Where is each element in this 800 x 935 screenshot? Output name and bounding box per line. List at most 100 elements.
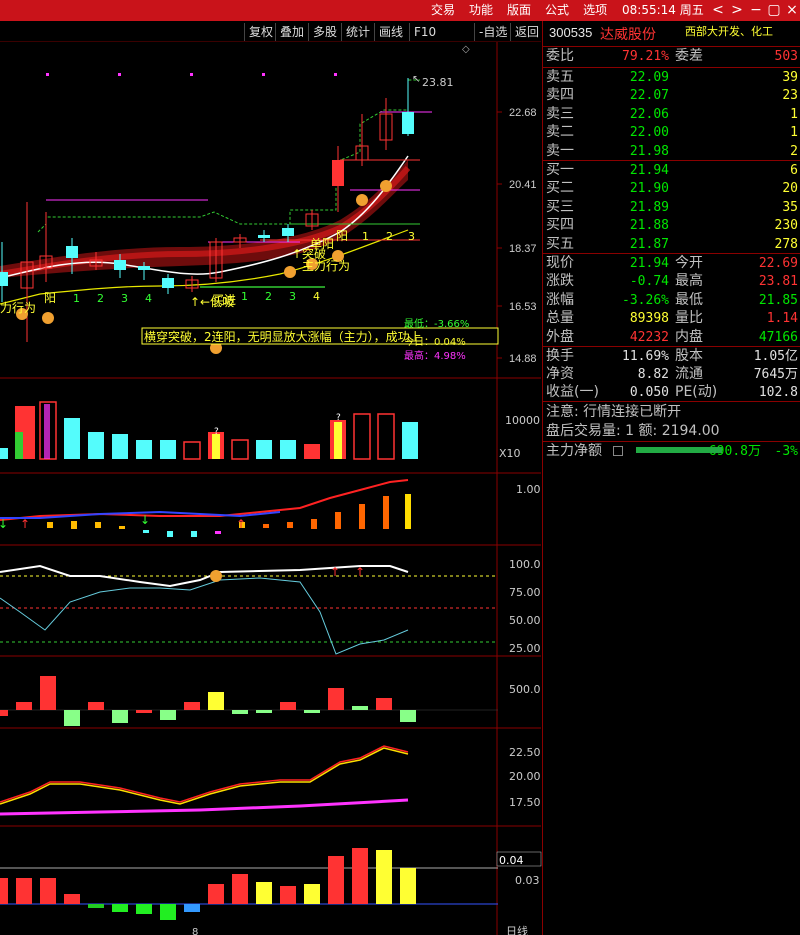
- count-right-2: 2: [386, 230, 393, 243]
- stat-value: 0.050: [629, 385, 669, 401]
- annot-zhuli: 主力行为: [302, 259, 350, 273]
- stat-value-2: 23.81: [758, 274, 798, 290]
- ask-price: 22.06: [629, 106, 669, 122]
- stat-value: 8.82: [637, 367, 669, 383]
- count-mid-1: 1: [241, 290, 248, 303]
- count-left-3: 3: [121, 292, 128, 305]
- top-menu: 交易 功能 版面 公式 选项: [424, 0, 614, 21]
- bid-volume: 20: [782, 181, 798, 197]
- multi-stock-button[interactable]: 多股: [308, 23, 341, 41]
- bid-price: 21.88: [629, 218, 669, 234]
- ind2-tick-3: 50.00: [509, 614, 541, 627]
- back-arrow-icon[interactable]: <: [708, 0, 728, 21]
- minimize-icon[interactable]: −: [746, 0, 766, 21]
- ask-label: 卖三: [546, 105, 574, 122]
- stat-today: 今日：0.04%: [404, 335, 466, 348]
- menu-layout[interactable]: 版面: [500, 0, 538, 21]
- return-button[interactable]: 返回: [510, 23, 543, 41]
- stat-value: 42232: [629, 329, 669, 345]
- stat-label-2: PE(动): [675, 384, 718, 401]
- stat-label-2: 今开: [675, 255, 703, 271]
- ask-label: 卖四: [546, 87, 574, 104]
- ind2-arrow-2: ↑: [355, 565, 365, 579]
- ask-volume: 2: [790, 143, 798, 159]
- ind3-tick: 500.0: [509, 683, 541, 696]
- stat-label-2: 量比: [675, 310, 703, 327]
- price-tick-1: 22.68: [509, 107, 537, 119]
- ask-price: 22.07: [629, 88, 669, 104]
- ind2-tick-2: 75.00: [509, 586, 541, 599]
- forward-arrow-icon[interactable]: >: [727, 0, 747, 21]
- stat-value-2: 7645万: [753, 367, 798, 383]
- stat2-row: 净资 8.82 流通 7645万: [543, 365, 800, 384]
- bid-price: 21.90: [629, 181, 669, 197]
- stat-value: 89398: [629, 311, 669, 327]
- stat-row: 现价 21.94 今开 22.69: [543, 254, 800, 273]
- count-left-2: 2: [97, 292, 104, 305]
- indicator5-bars: [0, 848, 416, 920]
- watchlist-button[interactable]: -自选: [474, 23, 511, 41]
- draw-line-button[interactable]: 画线: [374, 23, 407, 41]
- count-right-3: 3: [408, 230, 415, 243]
- after-hours-volume: 盘后交易量: 1 额: 2194.00: [546, 423, 720, 439]
- stock-industry: 西部大开发、化工: [685, 25, 773, 38]
- stat-row: 涨跌 -0.74 最高 23.81: [543, 272, 800, 291]
- annot-yang: 阳: [44, 291, 56, 305]
- stat-row: 外盘 42232 内盘 47166: [543, 328, 800, 347]
- f10-button[interactable]: F10: [409, 23, 440, 41]
- ind2-tick-4: 25.00: [509, 642, 541, 655]
- overlay-button[interactable]: 叠加: [275, 23, 308, 41]
- x-axis-label: 8: [192, 927, 198, 935]
- ask-row: 卖五 22.09 39: [543, 68, 800, 87]
- ind1-arrow-2: ↑: [20, 517, 30, 531]
- ask-volume: 1: [790, 106, 798, 122]
- chart-area[interactable]: 22.68 20.41 18.37 16.53 14.88 ◇ ↖ 23.81 …: [0, 42, 542, 935]
- ask-row: 卖四 22.07 23: [543, 86, 800, 105]
- annotation-banner: 横穿突破，2连阳，无明显放大涨幅（主力），成功上: [144, 329, 422, 344]
- bid-row: 买一 21.94 6: [543, 161, 800, 180]
- bid-row: 买二 21.90 20: [543, 179, 800, 198]
- ask-price: 22.00: [629, 125, 669, 141]
- high-price-label: 23.81: [422, 76, 454, 89]
- menu-trade[interactable]: 交易: [424, 0, 462, 21]
- stat-label: 总量: [546, 310, 574, 327]
- stat-high: 最高：4.98%: [404, 349, 466, 362]
- ask-price: 21.98: [629, 143, 669, 159]
- ask-volume: 23: [782, 88, 798, 104]
- annot-bsp: ↑←低吸: [190, 295, 234, 309]
- stat-label: 收益(一): [546, 384, 599, 401]
- menu-options[interactable]: 选项: [576, 0, 614, 21]
- stock-name[interactable]: 达威股份: [600, 24, 656, 44]
- ind1-tick: 1.00: [516, 483, 541, 496]
- count-left-1: 1: [73, 292, 80, 305]
- count-mid-2: 2: [265, 290, 272, 303]
- ask-row: 卖三 22.06 1: [543, 105, 800, 124]
- volume-bars: [0, 401, 418, 460]
- ind5-tick-2: 0.03: [515, 874, 540, 887]
- ind5-tick-1: 0.04: [499, 854, 524, 867]
- notice-row: 注意: 行情连接已断开: [543, 403, 800, 422]
- main-net-pct: -3%: [774, 444, 798, 459]
- weicha-value: 503: [774, 49, 798, 64]
- close-icon[interactable]: ×: [782, 0, 800, 21]
- fuquan-button[interactable]: 复权: [244, 23, 277, 41]
- diamond-icon[interactable]: ◇: [462, 44, 470, 55]
- menu-function[interactable]: 功能: [462, 0, 500, 21]
- ind2-arrow-1: ↑: [330, 565, 340, 579]
- period-button[interactable]: 日线: [506, 924, 528, 935]
- main-net-bar: [636, 447, 722, 453]
- grid-icon[interactable]: [613, 446, 623, 456]
- ind1-arrow-4: ↑: [236, 517, 246, 531]
- stat-label-2: 股本: [675, 348, 703, 364]
- ind4-tick-2: 20.00: [509, 770, 541, 783]
- count-mid-4: 4: [313, 290, 320, 303]
- ask-volume: 39: [782, 70, 798, 85]
- statistics-button[interactable]: 统计: [341, 23, 374, 41]
- menu-formula[interactable]: 公式: [538, 0, 576, 21]
- stat-value: 21.94: [629, 256, 669, 271]
- stat-row: 总量 89398 量比 1.14: [543, 309, 800, 328]
- weibi-row: 委比 79.21% 委差 503: [543, 47, 800, 66]
- main-net-label: 主力净额: [546, 443, 602, 459]
- stock-header: 300535 达威股份 西部大开发、化工: [543, 21, 800, 45]
- maximize-icon[interactable]: ▢: [764, 0, 784, 21]
